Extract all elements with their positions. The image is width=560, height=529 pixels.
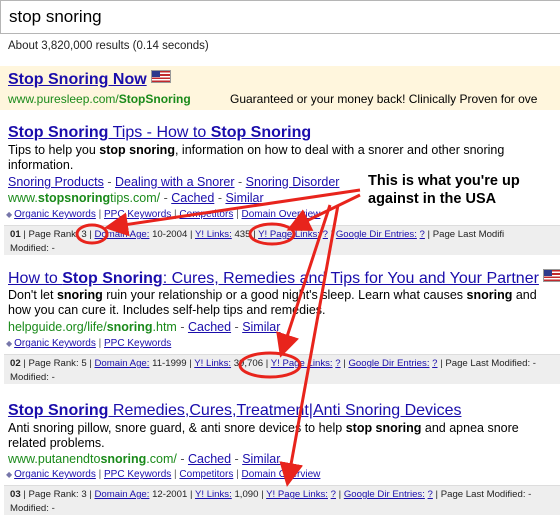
y-page-links-value[interactable]: ? bbox=[335, 358, 340, 369]
bullet-icon: ◆ bbox=[6, 470, 13, 479]
y-links-link[interactable]: Y! Links: bbox=[195, 229, 232, 240]
domain-overview-link[interactable]: Domain Overview bbox=[241, 209, 320, 220]
cached-link[interactable]: Cached bbox=[171, 191, 214, 205]
dir-entries-value[interactable]: ? bbox=[432, 358, 437, 369]
result-number: 02 bbox=[10, 358, 21, 369]
result-3-seo-tools: ◆ Organic Keywords | PPC Keywords | Compe… bbox=[6, 469, 321, 480]
result-3-snippet: Anti snoring pillow, snore guard, & anti… bbox=[8, 421, 519, 450]
result-2-url[interactable]: helpguide.org/life/snoring.htm bbox=[8, 320, 177, 334]
ad-url-bold: StopSnoring bbox=[118, 92, 191, 106]
result-2-seo-tools: ◆ Organic Keywords | PPC Keywords bbox=[6, 338, 172, 349]
page-rank-value: 5 bbox=[81, 358, 87, 369]
result-number: 03 bbox=[10, 489, 21, 500]
dir-entries-link[interactable]: Google Dir Entries: bbox=[336, 229, 417, 240]
sitelink-snoring-disorder[interactable]: Snoring Disorder bbox=[246, 175, 340, 189]
competitors-link[interactable]: Competitors bbox=[179, 469, 233, 480]
results-stats: About 3,820,000 results (0.14 seconds) bbox=[8, 40, 209, 52]
annotation-callout: This is what you're up against in the US… bbox=[368, 173, 520, 207]
organic-keywords-link[interactable]: Organic Keywords bbox=[14, 209, 96, 220]
dir-entries-value[interactable]: ? bbox=[428, 489, 433, 500]
domain-age-link[interactable]: Domain Age: bbox=[94, 229, 149, 240]
result-1-seo-tools: ◆ Organic Keywords | PPC Keywords | Compe… bbox=[6, 209, 321, 220]
y-page-links-link[interactable]: Y! Page Links: bbox=[258, 229, 320, 240]
result-1-sitelinks: Snoring Products - Dealing with a Snorer… bbox=[8, 175, 340, 189]
bullet-icon: ◆ bbox=[6, 339, 13, 348]
page-rank-label: Page Rank: bbox=[28, 229, 79, 240]
sitelink-dealing-with-snorer[interactable]: Dealing with a Snorer bbox=[115, 175, 235, 189]
similar-link[interactable]: Similar bbox=[225, 191, 263, 205]
page-rank-value: 3 bbox=[81, 489, 87, 500]
result-1-title[interactable]: Stop Snoring Tips - How to Stop Snoring bbox=[8, 124, 311, 142]
y-links-link[interactable]: Y! Links: bbox=[194, 358, 231, 369]
dir-entries-link[interactable]: Google Dir Entries: bbox=[344, 489, 425, 500]
result-3-seo-stats: 03 | Page Rank: 3 | Domain Age: 12-2001 … bbox=[4, 485, 560, 515]
ppc-keywords-link[interactable]: PPC Keywords bbox=[104, 469, 171, 480]
ad-title-link[interactable]: Stop Snoring Now bbox=[8, 70, 171, 89]
search-input[interactable] bbox=[0, 0, 560, 34]
page-rank-label: Page Rank: bbox=[28, 489, 79, 500]
domain-overview-link[interactable]: Domain Overview bbox=[241, 469, 320, 480]
page-rank-value: 3 bbox=[81, 229, 87, 240]
similar-link[interactable]: Similar bbox=[242, 452, 280, 466]
cached-link[interactable]: Cached bbox=[188, 452, 231, 466]
result-3-url-line: www.putanendtosnoring.com/ - Cached - Si… bbox=[8, 452, 281, 466]
last-modified-label: Page Last Modified: - bbox=[440, 489, 532, 500]
competitors-link[interactable]: Competitors bbox=[179, 209, 233, 220]
domain-age-value: 12-2001 bbox=[152, 489, 188, 500]
result-2-title[interactable]: How to Stop Snoring: Cures, Remedies and… bbox=[8, 269, 560, 288]
similar-link[interactable]: Similar bbox=[242, 320, 280, 334]
ppc-keywords-link[interactable]: PPC Keywords bbox=[104, 209, 171, 220]
domain-age-value: 10-2004 bbox=[152, 229, 188, 240]
y-page-links-link[interactable]: Y! Page Links: bbox=[266, 489, 328, 500]
y-page-links-link[interactable]: Y! Page Links: bbox=[271, 358, 333, 369]
dir-entries-link[interactable]: Google Dir Entries: bbox=[348, 358, 429, 369]
last-modified-value: Modified: - bbox=[10, 372, 55, 383]
bullet-icon: ◆ bbox=[6, 210, 13, 219]
ad-title-rest: Now bbox=[108, 71, 147, 88]
result-number: 01 bbox=[10, 229, 21, 240]
last-modified-label: Page Last Modified: - bbox=[445, 358, 536, 369]
domain-age-link[interactable]: Domain Age: bbox=[94, 489, 149, 500]
result-2-snippet: Don't let snoring ruin your relationship… bbox=[8, 288, 537, 317]
page-rank-label: Page Rank: bbox=[28, 358, 79, 369]
domain-age-value: 11-1999 bbox=[152, 358, 187, 369]
ad-title-bold: Stop Snoring bbox=[8, 71, 109, 88]
organic-keywords-link[interactable]: Organic Keywords bbox=[14, 469, 96, 480]
ad-description: Guaranteed or your money back! Clinicall… bbox=[230, 92, 538, 106]
last-modified-label: Page Last Modifi bbox=[432, 229, 505, 240]
sitelink-snoring-products[interactable]: Snoring Products bbox=[8, 175, 104, 189]
result-1-url[interactable]: www.stopsnoringtips.com/ bbox=[8, 191, 160, 205]
y-page-links-value[interactable]: ? bbox=[323, 229, 328, 240]
us-flag-icon bbox=[542, 269, 560, 282]
result-1-seo-stats: 01 | Page Rank: 3 | Domain Age: 10-2004 … bbox=[4, 225, 560, 255]
last-modified-value: Modified: - bbox=[10, 243, 55, 254]
domain-age-link[interactable]: Domain Age: bbox=[94, 358, 149, 369]
result-1-snippet: Tips to help you stop snoring, informati… bbox=[8, 143, 505, 172]
result-1-url-line: www.stopsnoringtips.com/ - Cached - Simi… bbox=[8, 191, 264, 205]
result-2-seo-stats: 02 | Page Rank: 5 | Domain Age: 11-1999 … bbox=[4, 354, 560, 384]
organic-keywords-link[interactable]: Organic Keywords bbox=[14, 338, 96, 349]
result-3-title[interactable]: Stop Snoring Remedies,Cures,Treatment|An… bbox=[8, 402, 461, 420]
ad-url[interactable]: www.puresleep.com/StopSnoring bbox=[8, 92, 191, 106]
y-page-links-value[interactable]: ? bbox=[331, 489, 336, 500]
y-links-value: 39,706 bbox=[233, 358, 264, 369]
us-flag-icon bbox=[150, 70, 171, 83]
y-links-link[interactable]: Y! Links: bbox=[195, 489, 232, 500]
result-2-title-text: How to Stop Snoring: Cures, Remedies and… bbox=[8, 270, 539, 287]
last-modified-value: Modified: - bbox=[10, 503, 55, 514]
ad-url-plain: www.puresleep.com/ bbox=[8, 92, 119, 106]
y-links-value: 435 bbox=[234, 229, 251, 240]
y-links-value: 1,090 bbox=[234, 489, 259, 500]
result-2-url-line: helpguide.org/life/snoring.htm - Cached … bbox=[8, 320, 281, 334]
ppc-keywords-link[interactable]: PPC Keywords bbox=[104, 338, 171, 349]
cached-link[interactable]: Cached bbox=[188, 320, 231, 334]
dir-entries-value[interactable]: ? bbox=[420, 229, 425, 240]
result-3-url[interactable]: www.putanendtosnoring.com/ bbox=[8, 452, 177, 466]
